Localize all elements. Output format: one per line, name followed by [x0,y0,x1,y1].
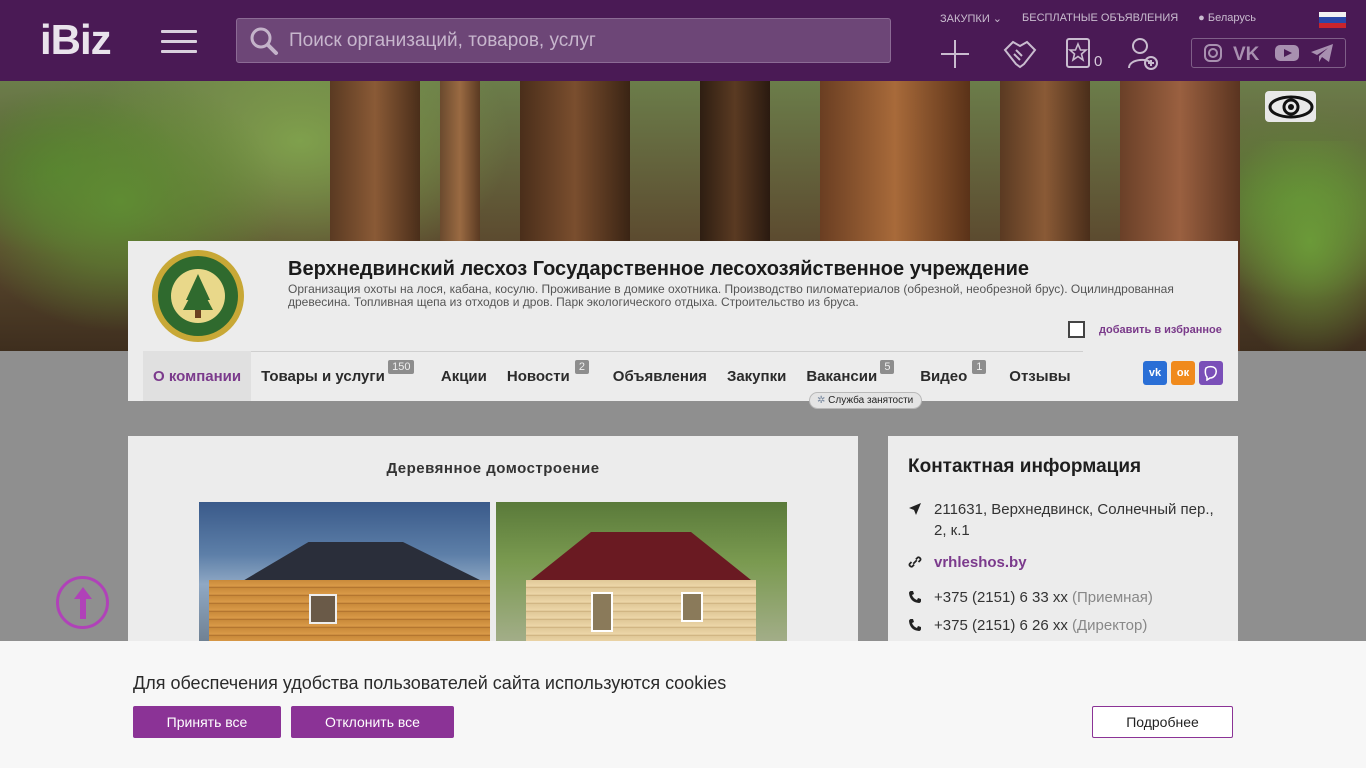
snowflake-icon: ✲ [817,395,826,406]
address-row: 211631, Верхнедвинск, Солнечный пер., 2,… [908,499,1218,541]
region-selector[interactable]: ● Беларусь [1198,12,1256,25]
plus-icon[interactable] [940,36,970,72]
cookie-message: Для обеспечения удобства пользователей с… [133,673,727,693]
products-count-badge: 150 [388,360,415,374]
company-description: Организация охоты на лося, кабана, косул… [288,282,1174,309]
wooden-house-photo-1[interactable] [199,502,490,652]
share-buttons: vk ок [1143,361,1223,385]
add-to-favorites-label: добавить в избранное [1099,323,1222,336]
telegram-icon[interactable] [1310,43,1334,63]
wooden-house-photo-2[interactable] [496,502,787,652]
chevron-down-icon: ⌄ [992,13,1003,25]
favorites-count: 0 [1094,53,1103,70]
arrow-up-icon [73,586,92,619]
top-bar: iBiz ЗАКУПКИ ⌄ БЕСПЛАТНЫЕ ОБЪЯВЛЕНИЯ ● Б… [0,0,1366,81]
search-icon[interactable] [249,26,279,56]
location-pin-icon: ● [1198,12,1205,24]
phone-icon [909,591,921,603]
procurement-link[interactable]: ЗАКУПКИ ⌄ [940,12,1002,25]
search-box [236,18,891,63]
address-text: 211631, Верхнедвинск, Солнечный пер., 2,… [934,501,1214,539]
handshake-icon[interactable] [1002,36,1038,72]
odnoklassniki-share-icon[interactable]: ок [1171,361,1195,385]
website-link[interactable]: vrhleshos.by [934,554,1027,571]
favorites-checkbox[interactable] [1068,321,1085,338]
tab-about[interactable]: О компании [143,351,252,401]
accessibility-eye-button[interactable] [1265,91,1316,122]
tab-ads[interactable]: Объявления [603,351,717,401]
free-ads-link[interactable]: БЕСПЛАТНЫЕ ОБЪЯВЛЕНИЯ [1022,12,1178,25]
employment-service-tooltip[interactable]: ✲ Служба занятости [809,392,923,409]
company-nav: О компании Товары и услуги 150 Акции Ново… [143,351,1081,401]
vacancies-count-badge: 5 [880,360,895,374]
company-emblem [152,250,244,342]
vk-icon[interactable]: VK [1233,43,1263,63]
tab-video[interactable]: Видео 1 [910,351,999,401]
accept-all-button[interactable]: Принять все [133,706,281,738]
add-user-icon[interactable] [1127,36,1159,72]
viber-share-icon[interactable] [1199,361,1223,385]
tab-procurement[interactable]: Закупки [717,351,796,401]
youtube-icon[interactable] [1274,43,1300,63]
favorites-star-icon[interactable] [1065,36,1091,70]
location-arrow-icon [909,503,921,515]
link-icon [908,556,922,568]
tab-reviews[interactable]: Отзывы [999,351,1080,401]
vk-share-icon[interactable]: vk [1143,361,1167,385]
instagram-icon[interactable] [1203,43,1223,63]
tab-news[interactable]: Новости 2 [497,351,603,401]
company-card: Верхнедвинский лесхоз Государственное ле… [128,241,1238,409]
phone-row: +375 (2151) 6 26 xx (Директор) [908,615,1147,636]
add-to-favorites[interactable]: добавить в избранное [1068,321,1222,338]
phone-icon [909,619,921,631]
search-input[interactable] [289,29,849,52]
video-count-badge: 1 [972,360,987,374]
menu-icon[interactable] [161,30,197,54]
cookie-banner: Для обеспечения удобства пользователей с… [0,641,1366,768]
scroll-to-top-button[interactable] [56,576,109,629]
phone-row: +375 (2151) 6 33 xx (Приемная) [908,587,1153,608]
details-button[interactable]: Подробнее [1092,706,1233,738]
site-logo[interactable]: iBiz [40,18,112,62]
website-row: vrhleshos.by [908,552,1027,573]
contact-title: Контактная информация [908,456,1142,477]
tab-products[interactable]: Товары и услуги 150 [251,351,431,401]
reject-all-button[interactable]: Отклонить все [291,706,454,738]
tab-promotions[interactable]: Акции [431,351,497,401]
svg-text:VK: VK [1233,44,1260,63]
phone-reception[interactable]: +375 (2151) 6 33 xx (Приемная) [934,587,1153,608]
company-title: Верхнедвинский лесхоз Государственное ле… [288,258,1029,280]
russian-flag-icon[interactable] [1319,12,1346,28]
top-links: ЗАКУПКИ ⌄ БЕСПЛАТНЫЕ ОБЪЯВЛЕНИЯ ● Белару… [940,12,1256,25]
social-links: VK [1191,38,1346,68]
section-title: Деревянное домостроение [386,460,600,477]
phone-director[interactable]: +375 (2151) 6 26 xx (Директор) [934,615,1147,636]
news-count-badge: 2 [574,360,589,374]
eye-icon [1268,95,1313,118]
